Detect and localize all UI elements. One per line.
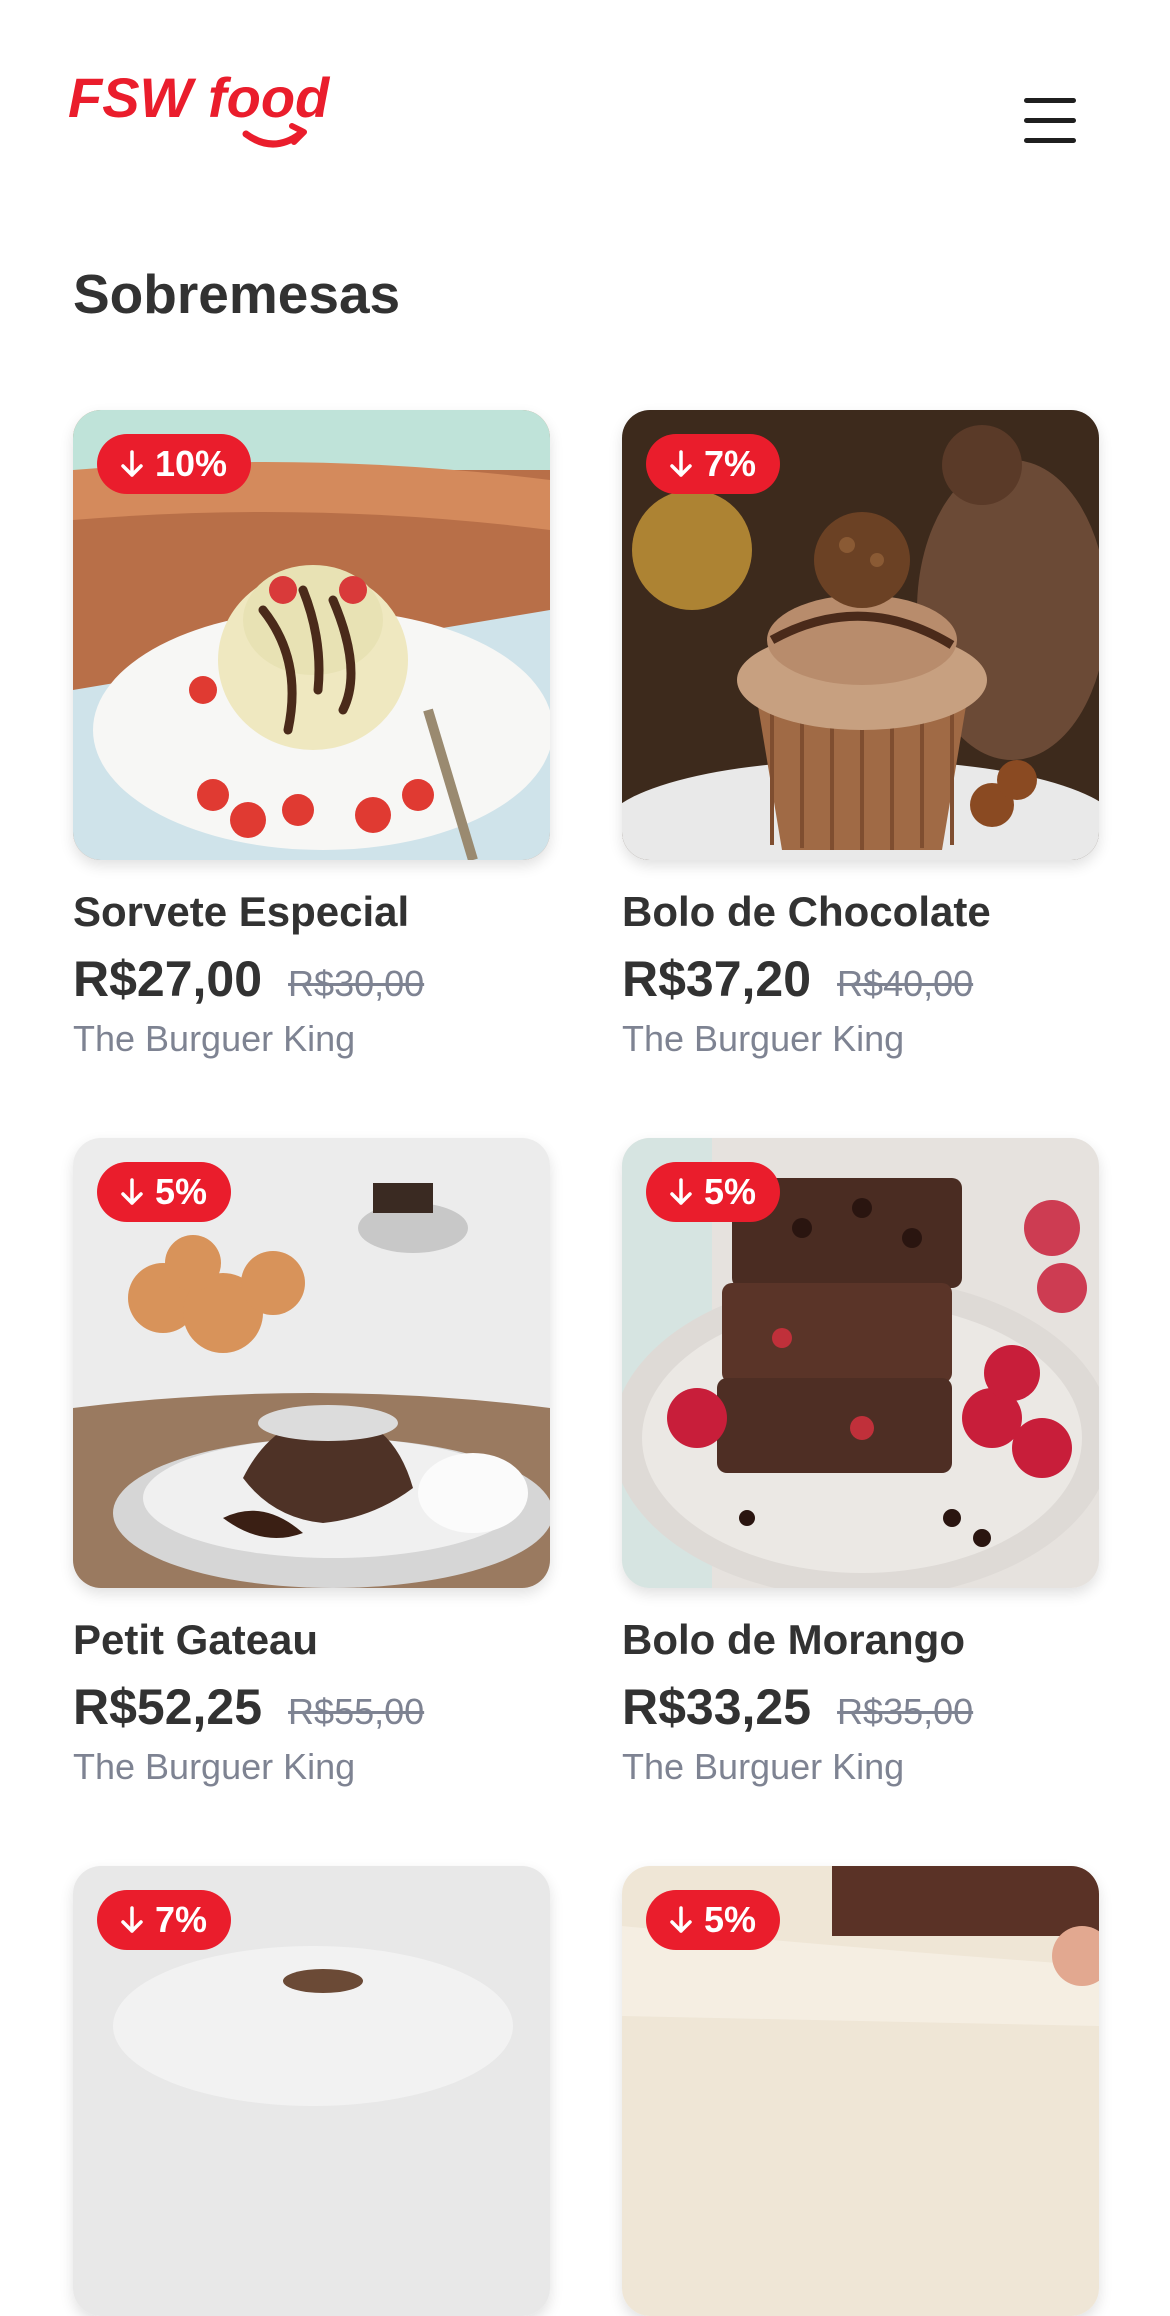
restaurant-name: The Burguer King xyxy=(622,1746,905,1787)
product-old-price: R$30,00 xyxy=(288,963,425,1004)
page-title: Sobremesas xyxy=(73,263,401,325)
fsw-food-logo[interactable]: FSW food xyxy=(68,62,368,162)
product-price: R$52,25 xyxy=(73,1679,263,1735)
product-image-brownie[interactable]: 5% xyxy=(622,1138,1099,1588)
product-price: R$37,20 xyxy=(622,951,812,1007)
arrow-down-icon xyxy=(670,1178,692,1205)
app-header: FSW food xyxy=(0,0,1170,200)
arrow-down-icon xyxy=(121,450,143,477)
product-price: R$27,00 xyxy=(73,951,263,1007)
product-image[interactable]: 5% xyxy=(622,1866,1099,2316)
discount-value: 10% xyxy=(155,443,228,484)
discount-value: 5% xyxy=(155,1171,208,1212)
product-old-price: R$55,00 xyxy=(288,1691,425,1732)
arrow-down-icon xyxy=(121,1178,143,1205)
price-row: R$27,00 R$30,00 xyxy=(73,950,424,1008)
product-card-5[interactable]: 7% xyxy=(73,1866,550,2316)
product-old-price: R$40,00 xyxy=(837,963,974,1004)
price-row: R$33,25 R$35,00 xyxy=(622,1678,973,1736)
product-card-bolo-de-chocolate[interactable]: 7% Bolo de Chocolate R$37,20 R$40,00 The… xyxy=(622,410,1099,1059)
product-image-cupcake[interactable]: 7% xyxy=(622,410,1099,860)
product-image[interactable]: 7% xyxy=(73,1866,550,2316)
product-old-price: R$35,00 xyxy=(837,1691,974,1732)
restaurant-name: The Burguer King xyxy=(73,1018,356,1059)
product-card-6[interactable]: 5% xyxy=(622,1866,1099,2316)
discount-badge: 10% xyxy=(97,434,252,494)
discount-badge: 7% xyxy=(646,434,781,494)
product-name: Petit Gateau xyxy=(73,1616,319,1663)
price-row: R$52,25 R$55,00 xyxy=(73,1678,424,1736)
discount-value: 7% xyxy=(155,1899,208,1940)
restaurant-name: The Burguer King xyxy=(622,1018,905,1059)
product-image-petit-gateau[interactable]: 5% xyxy=(73,1138,550,1588)
discount-badge: 5% xyxy=(646,1890,781,1950)
discount-badge: 5% xyxy=(646,1162,781,1222)
discount-value: 5% xyxy=(704,1899,757,1940)
arrow-down-icon xyxy=(670,450,692,477)
product-card-petit-gateau[interactable]: 5% Petit Gateau R$52,25 R$55,00 The Burg… xyxy=(73,1138,550,1787)
product-name: Bolo de Morango xyxy=(622,1616,965,1663)
discount-badge: 7% xyxy=(97,1890,232,1950)
product-card-bolo-de-morango[interactable]: 5% Bolo de Morango R$33,25 R$35,00 The B… xyxy=(622,1138,1099,1787)
product-image-ice-cream[interactable]: 10% xyxy=(73,410,550,860)
hamburger-menu-icon[interactable] xyxy=(1020,92,1080,148)
discount-value: 7% xyxy=(704,443,757,484)
product-name: Sorvete Especial xyxy=(73,888,410,935)
price-row: R$37,20 R$40,00 xyxy=(622,950,973,1008)
arrow-down-icon xyxy=(670,1906,692,1933)
product-price: R$33,25 xyxy=(622,1679,812,1735)
product-name: Bolo de Chocolate xyxy=(622,888,991,935)
product-card-sorvete-especial[interactable]: 10% Sorvete Especial R$27,00 R$30,00 The… xyxy=(73,410,550,1059)
discount-value: 5% xyxy=(704,1171,757,1212)
arrow-down-icon xyxy=(121,1906,143,1933)
restaurant-name: The Burguer King xyxy=(73,1746,356,1787)
svg-text:FSW food: FSW food xyxy=(68,66,331,129)
discount-badge: 5% xyxy=(97,1162,232,1222)
